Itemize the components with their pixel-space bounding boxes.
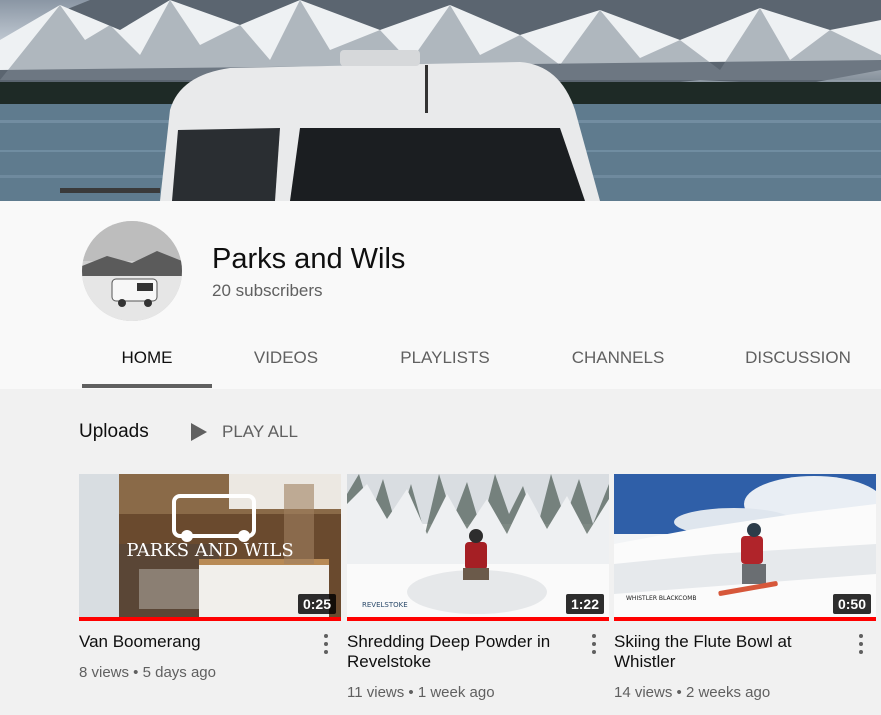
- video-thumbnail[interactable]: WHISTLER BLACKCOMB 0:50: [614, 474, 876, 621]
- more-vertical-icon[interactable]: [854, 632, 868, 656]
- video-thumbnail[interactable]: REVELSTOKE 1:22: [347, 474, 609, 621]
- video-meta: 14 views • 2 weeks ago: [614, 684, 771, 701]
- subscriber-count: 20 subscribers: [212, 281, 323, 300]
- video-thumbnail[interactable]: PARKS AND WILS 0:25: [79, 474, 341, 621]
- play-icon: [191, 423, 207, 441]
- tab-videos[interactable]: VIDEOS: [236, 348, 336, 388]
- watch-progress-bar: [79, 617, 341, 621]
- video-title[interactable]: Van Boomerang: [79, 632, 294, 652]
- tab-channels[interactable]: CHANNELS: [558, 348, 678, 388]
- channel-banner: [0, 0, 881, 201]
- tab-discussion[interactable]: DISCUSSION: [738, 348, 858, 388]
- play-all-button[interactable]: PLAY ALL: [190, 420, 298, 444]
- tab-home[interactable]: HOME: [82, 348, 212, 388]
- watch-progress-bar: [347, 617, 609, 621]
- play-all-label: PLAY ALL: [222, 422, 298, 441]
- tab-playlists[interactable]: PLAYLISTS: [385, 348, 505, 388]
- thumbnail-brand-text: WHISTLER BLACKCOMB: [626, 595, 697, 602]
- channel-name: Parks and Wils: [212, 243, 406, 275]
- more-vertical-icon[interactable]: [319, 632, 333, 656]
- video-meta: 11 views • 1 week ago: [347, 684, 495, 701]
- channel-avatar[interactable]: [82, 221, 182, 321]
- video-title[interactable]: Shredding Deep Powder in Revelstoke: [347, 632, 562, 672]
- video-duration-badge: 0:25: [297, 594, 336, 614]
- thumbnail-brand-text: PARKS AND WILS: [126, 540, 293, 561]
- video-card[interactable]: REVELSTOKE 1:22 Shredding Deep Powder in…: [347, 474, 609, 701]
- banner-art: [0, 0, 881, 201]
- video-duration-badge: 1:22: [565, 594, 604, 614]
- avatar-image: [82, 221, 182, 321]
- video-title[interactable]: Skiing the Flute Bowl at Whistler: [614, 632, 829, 672]
- video-card[interactable]: PARKS AND WILS 0:25 Van Boomerang 8 view…: [79, 474, 341, 681]
- video-card[interactable]: WHISTLER BLACKCOMB 0:50 Skiing the Flute…: [614, 474, 876, 701]
- watch-progress-bar: [614, 617, 876, 621]
- uploads-shelf-title[interactable]: Uploads: [79, 421, 149, 443]
- video-duration-badge: 0:50: [832, 594, 871, 614]
- thumbnail-brand-text: REVELSTOKE: [362, 601, 408, 609]
- more-vertical-icon[interactable]: [587, 632, 601, 656]
- active-tab-indicator: [82, 384, 212, 388]
- video-meta: 8 views • 5 days ago: [79, 664, 216, 681]
